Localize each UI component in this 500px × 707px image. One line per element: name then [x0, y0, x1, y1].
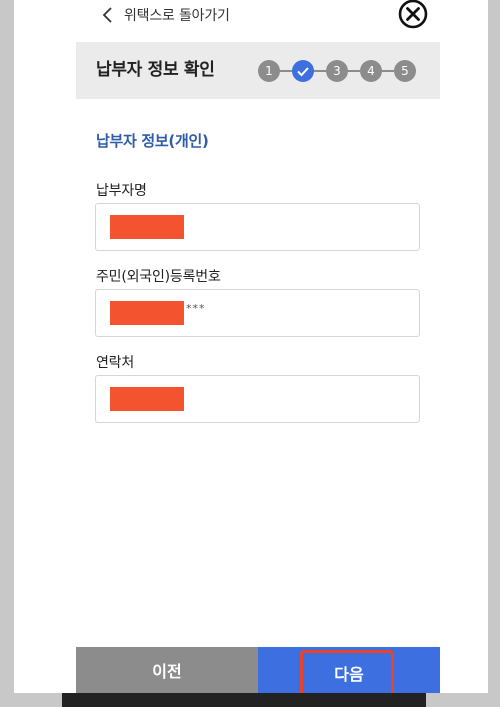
section-title: 납부자 정보(개인)	[96, 132, 209, 150]
back-to-wetax-link[interactable]: 위택스로 돌아가기	[100, 2, 230, 28]
step-3: 3	[326, 60, 348, 82]
top-bar: 위택스로 돌아가기	[14, 0, 488, 32]
step-4: 4	[360, 60, 382, 82]
resident-number-label: 주민(외국인)등록번호	[96, 269, 221, 285]
payer-name-field[interactable]	[95, 203, 420, 251]
footer-strip	[0, 693, 500, 707]
payer-name-label: 납부자명	[96, 183, 147, 199]
chevron-left-icon	[102, 7, 112, 23]
next-button[interactable]: 다음	[258, 647, 440, 698]
close-icon[interactable]	[398, 0, 428, 30]
page-header: 납부자 정보 확인 1 3 4 5	[76, 42, 440, 99]
confirmation-panel: 위택스로 돌아가기 납부자 정보 확인 1 3 4 5 납부자 정보(개인) 납…	[14, 0, 488, 698]
redacted-value	[110, 387, 184, 411]
contact-label: 연락처	[96, 355, 135, 371]
page-title: 납부자 정보 확인	[96, 60, 215, 80]
bottom-action-bar: 이전 다음	[76, 647, 440, 698]
step-2-current	[292, 60, 314, 82]
step-5: 5	[394, 60, 416, 82]
previous-button[interactable]: 이전	[76, 647, 258, 693]
back-link-label: 위택스로 돌아가기	[124, 8, 230, 24]
footer-bar	[62, 693, 426, 707]
contact-field[interactable]	[95, 375, 420, 423]
step-indicator: 1 3 4 5	[258, 58, 428, 84]
redacted-value	[110, 215, 184, 239]
step-1: 1	[258, 60, 280, 82]
check-icon	[297, 67, 309, 77]
masked-digits: ***	[186, 302, 206, 315]
resident-number-field[interactable]: ***	[95, 289, 420, 337]
redacted-value	[110, 301, 184, 325]
